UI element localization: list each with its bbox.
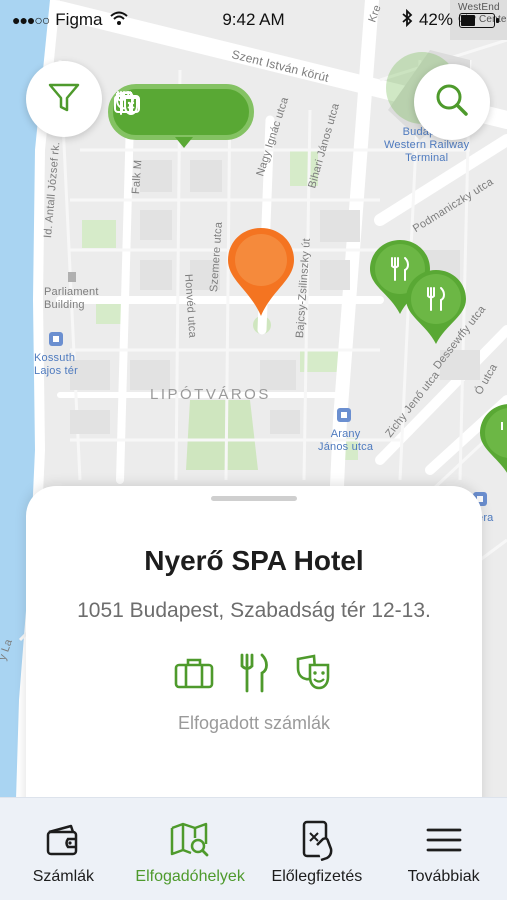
tab-label: Előlegfizetés: [271, 868, 363, 885]
search-button[interactable]: [414, 64, 490, 140]
map-pin[interactable]: [478, 402, 507, 482]
landmark-label: Parliament Building: [44, 286, 99, 311]
bottom-tab-bar: Számlák Elfogadóhelyek Előlegfizetés Tov…: [0, 797, 507, 900]
transit-label: Arany János utca: [318, 428, 374, 453]
tab-label: Elfogadóhelyek: [135, 868, 245, 885]
map-pin-group[interactable]: [108, 84, 254, 148]
battery-icon: [459, 12, 499, 28]
place-detail-sheet[interactable]: Nyerő SPA Hotel 1051 Budapest, Szabadság…: [26, 486, 482, 816]
wallet-icon: [43, 818, 83, 862]
status-time: 9:42 AM: [222, 10, 285, 29]
suitcase-icon: [174, 656, 214, 695]
carrier-name: Figma: [55, 10, 103, 29]
place-title: Nyerő SPA Hotel: [144, 545, 364, 576]
map-search-icon: [169, 818, 211, 862]
theater-masks-icon: [294, 653, 334, 698]
district-label: LIPÓTVÁROS: [150, 386, 271, 403]
tab-elfogadohelyek[interactable]: Elfogadóhelyek: [127, 798, 253, 900]
place-address: 1051 Budapest, Szabadság tér 12-13.: [77, 599, 431, 622]
signal-strength: ●●●○○: [12, 12, 50, 28]
tab-tovabbiak[interactable]: Továbbiak: [381, 798, 507, 900]
bluetooth-icon: [401, 8, 413, 32]
tab-szamlak[interactable]: Számlák: [0, 798, 126, 900]
street-label: Falk M: [130, 159, 145, 195]
tab-label: Továbbiak: [407, 868, 480, 885]
battery-level: [461, 14, 476, 26]
status-bar: ●●●○○ Figma 9:42 AM 42%: [0, 0, 507, 40]
cutlery-icon: [236, 652, 272, 699]
accepted-category-icons: [26, 653, 482, 697]
filter-button[interactable]: [26, 61, 102, 137]
tab-label: Számlák: [32, 868, 95, 885]
map-pin[interactable]: [404, 268, 468, 348]
battery-percentage: 42%: [418, 10, 453, 29]
search-icon: [432, 80, 472, 125]
sheet-drag-handle[interactable]: [211, 496, 297, 501]
menu-icon: [424, 818, 464, 862]
accepted-bills-label: Elfogadott számlák: [177, 713, 331, 733]
transit-label: Kossuth Lajos tér: [34, 352, 78, 377]
tab-eloelegfizetes[interactable]: Előlegfizetés: [254, 798, 380, 900]
filter-icon: [44, 77, 84, 122]
wifi-icon: [109, 10, 129, 31]
selected-map-pin[interactable]: [224, 224, 298, 320]
phone-pay-icon: [297, 818, 337, 862]
